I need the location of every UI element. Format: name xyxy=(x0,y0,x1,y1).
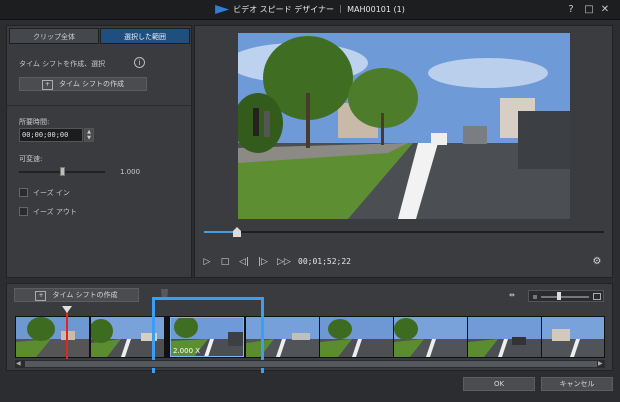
zoom-out-icon[interactable] xyxy=(533,295,537,299)
create-timeshift-label: タイム シフトの作成 xyxy=(58,80,125,88)
scroll-left-icon[interactable]: ◀ xyxy=(16,360,21,367)
ok-button[interactable]: OK xyxy=(463,377,535,391)
info-icon[interactable]: i xyxy=(134,57,145,68)
duration-stepper[interactable]: ▲ ▼ xyxy=(84,128,94,142)
timeline-scrollbar[interactable]: ◀ ▶ xyxy=(15,360,605,368)
next-frame-icon[interactable]: |▷ xyxy=(257,256,269,268)
tab-selected-range[interactable]: 選択した範囲 xyxy=(100,28,190,44)
scroll-right-icon[interactable]: ▶ xyxy=(598,360,603,367)
timeshift-caption: タイム シフトを作成、選択 xyxy=(19,60,106,68)
fit-width-icon[interactable]: ⇹ xyxy=(509,291,515,299)
timeline-create-timeshift-button[interactable]: + タイム シフトの作成 xyxy=(14,288,139,302)
window-title-text: ビデオ スピード デザイナー ｜ MAH00101 (1) xyxy=(233,5,405,14)
timeline-frame[interactable] xyxy=(16,317,89,357)
video-preview[interactable] xyxy=(238,33,570,219)
settings-gear-icon[interactable]: ⚙ xyxy=(591,256,603,268)
timeline-playhead[interactable] xyxy=(66,311,68,359)
add-icon: + xyxy=(35,291,47,301)
cancel-button[interactable]: キャンセル xyxy=(541,377,613,391)
preview-progress-fill xyxy=(204,231,237,233)
create-timeshift-button[interactable]: + タイム シフトの作成 xyxy=(19,77,147,91)
window-title: ビデオ スピード デザイナー ｜ MAH00101 (1) xyxy=(0,0,620,20)
zoom-slider-thumb[interactable] xyxy=(557,292,561,300)
zoom-in-icon[interactable] xyxy=(593,293,601,300)
ease-in-checkbox[interactable] xyxy=(19,188,28,197)
zoom-slider-track[interactable] xyxy=(541,296,589,298)
zoom-slider[interactable] xyxy=(528,290,604,302)
divider xyxy=(7,105,191,106)
timeline-frame[interactable] xyxy=(542,317,604,357)
ease-out-label: イーズ アウト xyxy=(33,208,77,216)
duration-label: 所要時間: xyxy=(19,118,50,126)
speed-value: 1.000 xyxy=(120,168,141,176)
speed-slider-thumb[interactable] xyxy=(60,167,65,176)
fast-forward-icon[interactable]: ▷▷ xyxy=(277,256,291,268)
timeline-create-timeshift-label: タイム シフトの作成 xyxy=(52,291,118,299)
duration-input[interactable]: 00;00;00;00 xyxy=(19,128,83,142)
timeline-frame[interactable] xyxy=(394,317,467,357)
prev-frame-icon[interactable]: ◁| xyxy=(238,256,250,268)
stop-icon[interactable]: □ xyxy=(219,256,231,268)
timeline-scrollbar-thumb[interactable] xyxy=(25,361,597,367)
app-logo-icon xyxy=(215,5,230,14)
help-button[interactable]: ? xyxy=(564,3,578,17)
maximize-button[interactable]: □ xyxy=(582,3,596,17)
ease-out-checkbox[interactable] xyxy=(19,207,28,216)
video-frame-image xyxy=(238,33,570,219)
timeline-frame[interactable] xyxy=(320,317,393,357)
ease-in-label: イーズ イン xyxy=(33,189,70,197)
tab-whole-clip[interactable]: クリップ全体 xyxy=(9,28,99,44)
add-icon: + xyxy=(41,80,53,90)
timeline-frame[interactable] xyxy=(468,317,541,357)
preview-timecode: 00;01;52;22 xyxy=(298,257,351,266)
speed-label: 可変速: xyxy=(19,155,43,163)
play-icon[interactable]: ▷ xyxy=(201,256,213,268)
preview-progress-track[interactable] xyxy=(204,231,604,233)
close-button[interactable]: ✕ xyxy=(598,3,612,17)
